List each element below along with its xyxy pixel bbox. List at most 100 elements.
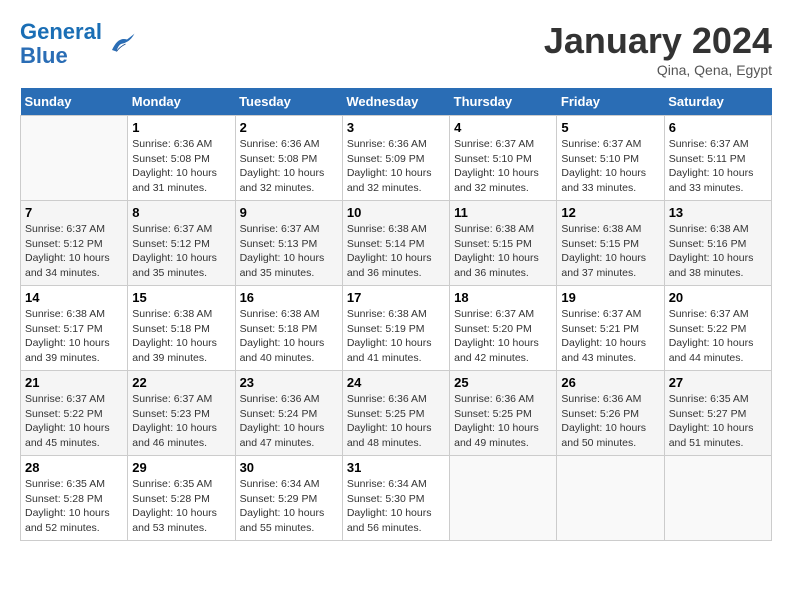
day-number: 3 [347,120,445,135]
day-number: 30 [240,460,338,475]
day-number: 21 [25,375,123,390]
calendar-cell [21,116,128,201]
calendar-cell: 13 Sunrise: 6:38 AMSunset: 5:16 PMDayligh… [664,201,771,286]
calendar-cell: 1 Sunrise: 6:36 AMSunset: 5:08 PMDaylight… [128,116,235,201]
day-info: Sunrise: 6:38 AMSunset: 5:15 PMDaylight:… [454,222,552,281]
day-info: Sunrise: 6:36 AMSunset: 5:09 PMDaylight:… [347,137,445,196]
day-number: 15 [132,290,230,305]
calendar-body: 1 Sunrise: 6:36 AMSunset: 5:08 PMDaylight… [21,116,772,541]
calendar-week-row: 7 Sunrise: 6:37 AMSunset: 5:12 PMDaylight… [21,201,772,286]
calendar-cell: 25Sunrise: 6:36 AMSunset: 5:25 PMDayligh… [450,371,557,456]
calendar-cell: 26 Sunrise: 6:36 AMSunset: 5:26 PMDayligh… [557,371,664,456]
day-info: Sunrise: 6:35 AMSunset: 5:28 PMDaylight:… [132,477,230,536]
page-header: GeneralBlue January 2024 Qina, Qena, Egy… [20,20,772,78]
day-number: 29 [132,460,230,475]
day-info: Sunrise: 6:36 AMSunset: 5:24 PMDaylight:… [240,392,338,451]
days-of-week-row: SundayMondayTuesdayWednesdayThursdayFrid… [21,88,772,116]
day-info: Sunrise: 6:37 AMSunset: 5:20 PMDaylight:… [454,307,552,366]
calendar-cell: 31 Sunrise: 6:34 AMSunset: 5:30 PMDayligh… [342,456,449,541]
calendar-cell: 17 Sunrise: 6:38 AMSunset: 5:19 PMDayligh… [342,286,449,371]
day-number: 25 [454,375,552,390]
calendar-cell: 10 Sunrise: 6:38 AMSunset: 5:14 PMDayligh… [342,201,449,286]
calendar-cell: 24Sunrise: 6:36 AMSunset: 5:25 PMDayligh… [342,371,449,456]
day-of-week-header: Saturday [664,88,771,116]
day-info: Sunrise: 6:37 AMSunset: 5:12 PMDaylight:… [25,222,123,281]
calendar-week-row: 28 Sunrise: 6:35 AMSunset: 5:28 PMDayligh… [21,456,772,541]
calendar-week-row: 14Sunrise: 6:38 AMSunset: 5:17 PMDayligh… [21,286,772,371]
calendar-week-row: 21 Sunrise: 6:37 AMSunset: 5:22 PMDayligh… [21,371,772,456]
calendar-table: SundayMondayTuesdayWednesdayThursdayFrid… [20,88,772,541]
calendar-cell: 12Sunrise: 6:38 AMSunset: 5:15 PMDayligh… [557,201,664,286]
calendar-cell: 3 Sunrise: 6:36 AMSunset: 5:09 PMDaylight… [342,116,449,201]
day-number: 19 [561,290,659,305]
day-number: 31 [347,460,445,475]
calendar-cell: 19Sunrise: 6:37 AMSunset: 5:21 PMDayligh… [557,286,664,371]
calendar-cell [450,456,557,541]
day-number: 16 [240,290,338,305]
calendar-cell: 6Sunrise: 6:37 AMSunset: 5:11 PMDaylight… [664,116,771,201]
day-number: 26 [561,375,659,390]
calendar-cell: 14Sunrise: 6:38 AMSunset: 5:17 PMDayligh… [21,286,128,371]
calendar-cell: 15 Sunrise: 6:38 AMSunset: 5:18 PMDayligh… [128,286,235,371]
day-info: Sunrise: 6:36 AMSunset: 5:08 PMDaylight:… [240,137,338,196]
month-title: January 2024 [544,20,772,62]
calendar-cell: 8Sunrise: 6:37 AMSunset: 5:12 PMDaylight… [128,201,235,286]
calendar-cell: 27Sunrise: 6:35 AMSunset: 5:27 PMDayligh… [664,371,771,456]
calendar-cell: 22 Sunrise: 6:37 AMSunset: 5:23 PMDayligh… [128,371,235,456]
calendar-cell: 11 Sunrise: 6:38 AMSunset: 5:15 PMDayligh… [450,201,557,286]
day-of-week-header: Tuesday [235,88,342,116]
calendar-cell: 18Sunrise: 6:37 AMSunset: 5:20 PMDayligh… [450,286,557,371]
calendar-cell: 2Sunrise: 6:36 AMSunset: 5:08 PMDaylight… [235,116,342,201]
logo-bird-icon [106,29,136,59]
calendar-cell: 16 Sunrise: 6:38 AMSunset: 5:18 PMDayligh… [235,286,342,371]
day-info: Sunrise: 6:38 AMSunset: 5:17 PMDaylight:… [25,307,123,366]
day-of-week-header: Sunday [21,88,128,116]
day-info: Sunrise: 6:37 AMSunset: 5:11 PMDaylight:… [669,137,767,196]
day-info: Sunrise: 6:36 AMSunset: 5:08 PMDaylight:… [132,137,230,196]
day-info: Sunrise: 6:36 AMSunset: 5:26 PMDaylight:… [561,392,659,451]
calendar-week-row: 1 Sunrise: 6:36 AMSunset: 5:08 PMDaylight… [21,116,772,201]
day-of-week-header: Thursday [450,88,557,116]
location-text: Qina, Qena, Egypt [544,62,772,78]
calendar-cell: 30 Sunrise: 6:34 AMSunset: 5:29 PMDayligh… [235,456,342,541]
day-info: Sunrise: 6:38 AMSunset: 5:18 PMDaylight:… [240,307,338,366]
day-number: 17 [347,290,445,305]
day-info: Sunrise: 6:37 AMSunset: 5:10 PMDaylight:… [561,137,659,196]
day-number: 7 [25,205,123,220]
day-of-week-header: Monday [128,88,235,116]
calendar-cell: 20 Sunrise: 6:37 AMSunset: 5:22 PMDayligh… [664,286,771,371]
day-info: Sunrise: 6:37 AMSunset: 5:10 PMDaylight:… [454,137,552,196]
day-number: 20 [669,290,767,305]
day-info: Sunrise: 6:37 AMSunset: 5:22 PMDaylight:… [669,307,767,366]
day-info: Sunrise: 6:35 AMSunset: 5:28 PMDaylight:… [25,477,123,536]
day-number: 5 [561,120,659,135]
calendar-cell: 4Sunrise: 6:37 AMSunset: 5:10 PMDaylight… [450,116,557,201]
calendar-cell: 9Sunrise: 6:37 AMSunset: 5:13 PMDaylight… [235,201,342,286]
day-number: 13 [669,205,767,220]
title-block: January 2024 Qina, Qena, Egypt [544,20,772,78]
day-of-week-header: Wednesday [342,88,449,116]
day-info: Sunrise: 6:37 AMSunset: 5:12 PMDaylight:… [132,222,230,281]
day-number: 23 [240,375,338,390]
day-info: Sunrise: 6:34 AMSunset: 5:30 PMDaylight:… [347,477,445,536]
day-number: 28 [25,460,123,475]
day-number: 10 [347,205,445,220]
logo: GeneralBlue [20,20,136,68]
day-info: Sunrise: 6:38 AMSunset: 5:18 PMDaylight:… [132,307,230,366]
calendar-header: SundayMondayTuesdayWednesdayThursdayFrid… [21,88,772,116]
day-info: Sunrise: 6:37 AMSunset: 5:23 PMDaylight:… [132,392,230,451]
day-info: Sunrise: 6:38 AMSunset: 5:14 PMDaylight:… [347,222,445,281]
day-number: 22 [132,375,230,390]
day-number: 11 [454,205,552,220]
day-info: Sunrise: 6:38 AMSunset: 5:19 PMDaylight:… [347,307,445,366]
day-info: Sunrise: 6:36 AMSunset: 5:25 PMDaylight:… [347,392,445,451]
calendar-cell: 28 Sunrise: 6:35 AMSunset: 5:28 PMDayligh… [21,456,128,541]
day-info: Sunrise: 6:34 AMSunset: 5:29 PMDaylight:… [240,477,338,536]
calendar-cell: 23 Sunrise: 6:36 AMSunset: 5:24 PMDayligh… [235,371,342,456]
day-number: 12 [561,205,659,220]
day-info: Sunrise: 6:35 AMSunset: 5:27 PMDaylight:… [669,392,767,451]
day-number: 1 [132,120,230,135]
day-info: Sunrise: 6:38 AMSunset: 5:16 PMDaylight:… [669,222,767,281]
day-info: Sunrise: 6:37 AMSunset: 5:22 PMDaylight:… [25,392,123,451]
day-of-week-header: Friday [557,88,664,116]
